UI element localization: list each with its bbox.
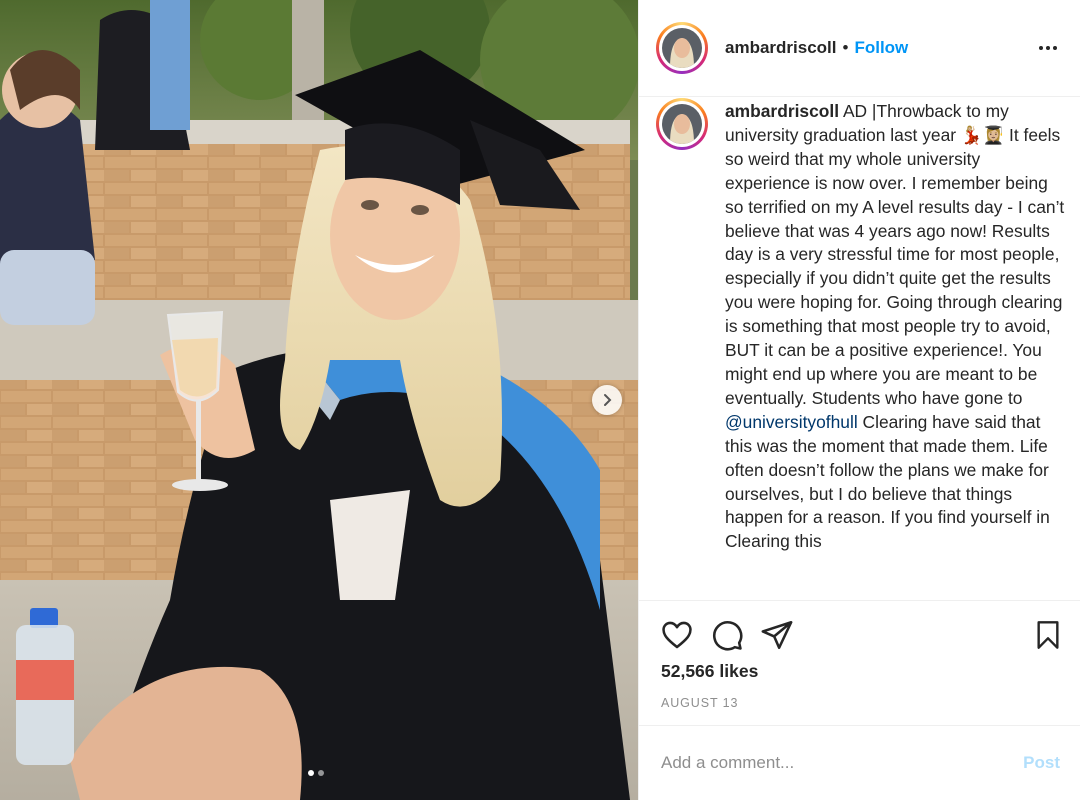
- paper-plane-icon[interactable]: [759, 617, 795, 653]
- avatar-image: [662, 104, 702, 144]
- header-separator: •: [842, 38, 849, 57]
- comment-icon[interactable]: [709, 617, 745, 653]
- caption-scroll-area[interactable]: ambardriscoll AD |Throwback to my univer…: [639, 97, 1080, 600]
- carousel-dot: [318, 770, 324, 776]
- bookmark-icon[interactable]: [1030, 617, 1066, 653]
- comment-bar: Post: [639, 725, 1080, 800]
- post-comment-button[interactable]: Post: [1023, 753, 1060, 773]
- caption-text: ambardriscoll AD |Throwback to my univer…: [725, 97, 1066, 554]
- action-icons: [659, 617, 795, 653]
- author-avatar[interactable]: [656, 22, 708, 74]
- post-actions: 52,566 likes AUGUST 13: [639, 600, 1080, 725]
- caption-body-continued: Clearing have said that this was the mom…: [725, 411, 1050, 552]
- likes-count[interactable]: 52,566 likes: [661, 661, 758, 682]
- carousel-next-button[interactable]: [592, 385, 622, 415]
- heart-icon[interactable]: [659, 617, 695, 653]
- carousel-indicator: [308, 770, 324, 776]
- avatar-image: [662, 28, 702, 68]
- caption-username[interactable]: ambardriscoll: [725, 101, 839, 121]
- follow-button[interactable]: Follow: [854, 38, 908, 58]
- post-media[interactable]: [0, 0, 638, 800]
- comment-input[interactable]: [661, 753, 1024, 773]
- instagram-post: ambardriscoll • Follow ambardriscoll AD …: [0, 0, 1080, 800]
- author-username[interactable]: ambardriscoll: [725, 38, 837, 58]
- more-options-icon[interactable]: [1036, 36, 1060, 60]
- post-header: ambardriscoll • Follow: [639, 0, 1080, 97]
- chevron-right-icon: [604, 394, 612, 406]
- graduation-photo: [0, 0, 638, 800]
- caption-body: AD |Throwback to my university graduatio…: [725, 101, 1065, 408]
- post-side-panel: ambardriscoll • Follow ambardriscoll AD …: [638, 0, 1080, 800]
- caption: ambardriscoll AD |Throwback to my univer…: [656, 97, 1066, 554]
- post-date: AUGUST 13: [661, 696, 739, 710]
- mention-link[interactable]: @universityofhull: [725, 412, 858, 432]
- carousel-dot-active: [308, 770, 314, 776]
- caption-avatar[interactable]: [656, 98, 708, 150]
